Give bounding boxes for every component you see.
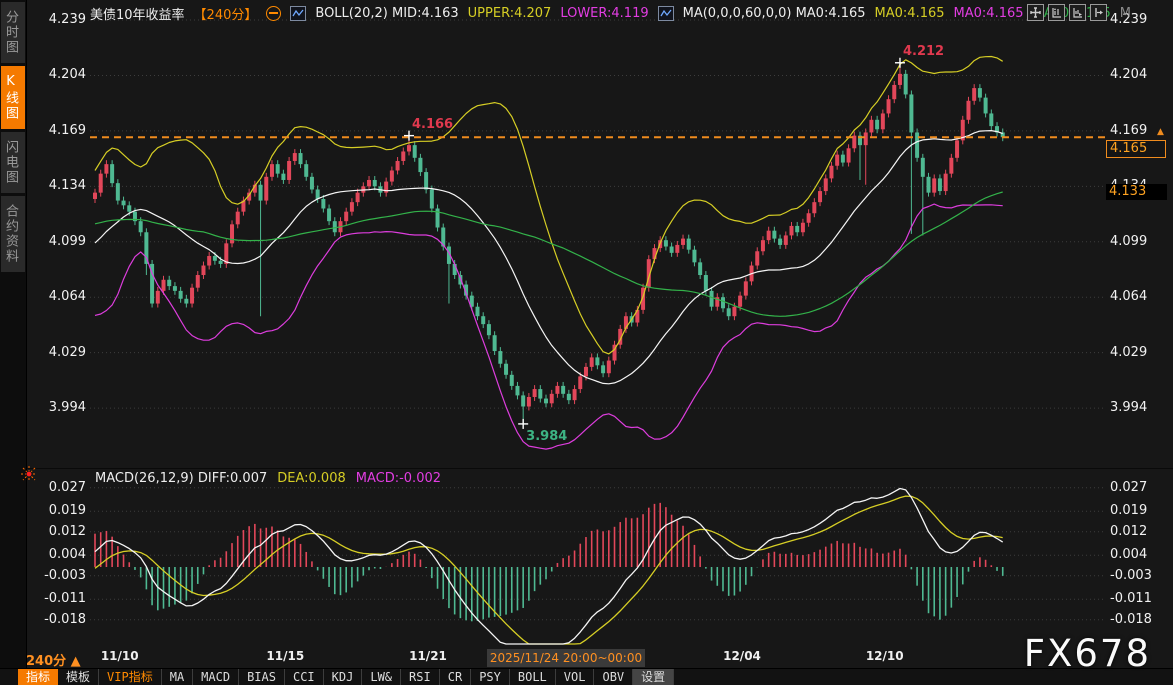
toolbar-item-11[interactable]: PSY: [471, 669, 510, 685]
price-axis-label-left: 4.064: [24, 289, 86, 304]
indicator-flash-icon[interactable]: [21, 466, 37, 486]
period-selector[interactable]: 240分 ▲: [26, 650, 81, 669]
toolbar-item-1[interactable]: 模板: [58, 669, 99, 685]
price-axis-label-right: 4.064: [1110, 289, 1147, 304]
instrument-title: 美债10年收益率: [90, 4, 185, 23]
boll-upper-label: UPPER:4.207: [468, 6, 552, 21]
macd-dea-label: DEA:0.008: [277, 471, 346, 486]
macd-axis-label-left: 0.004: [24, 547, 86, 562]
macd-value-label: MACD:-0.002: [356, 471, 441, 486]
price-up-arrow-icon: ▲: [1157, 127, 1164, 137]
price-axis-label-left: 3.994: [24, 400, 86, 415]
toolbar-item-12[interactable]: BOLL: [510, 669, 556, 685]
macd-header: MACD(26,12,9) DIFF:0.007 DEA:0.008 MACD:…: [95, 470, 441, 486]
x-axis-date: 12/10: [866, 649, 904, 663]
toolbar-item-10[interactable]: CR: [440, 669, 471, 685]
price-axis-label-right: 4.204: [1110, 67, 1147, 82]
toolbar-item-0[interactable]: 指标: [18, 669, 58, 685]
x-axis-date: 11/15: [266, 649, 304, 663]
price-axis-label-left: 4.169: [24, 123, 86, 138]
macd-axis-label-right: -0.011: [1110, 591, 1152, 606]
ma0-magenta-label: MA0:4.165: [954, 6, 1024, 21]
price-axis-label-left: 4.134: [24, 178, 86, 193]
chart-application: 分时图 K线图闪电图合约资料 美债10年收益率 【240分】 BOLL(20,2)…: [0, 0, 1173, 685]
x-axis-date: 11/10: [101, 649, 139, 663]
toolbar-item-7[interactable]: KDJ: [324, 669, 363, 685]
chart-canvas[interactable]: [0, 0, 1173, 685]
indicator-toolbar: 指标模板VIP指标MAMACDBIASCCIKDJLW&RSICRPSYBOLL…: [0, 668, 1173, 685]
toolbar-item-2[interactable]: VIP指标: [99, 669, 162, 685]
toolbar-item-13[interactable]: VOL: [556, 669, 595, 685]
boll-indicator-icon[interactable]: [290, 6, 306, 21]
price-axis-label-right: 3.994: [1110, 400, 1147, 415]
sidebar: 分时图 K线图闪电图合约资料: [0, 0, 27, 685]
x-axis-date: 12/04: [723, 649, 761, 663]
sidebar-tab-0[interactable]: 分时图: [1, 2, 25, 63]
toolbar-item-14[interactable]: OBV: [594, 669, 633, 685]
brand-watermark: FX678: [1024, 632, 1151, 675]
toolbar-item-8[interactable]: LW&: [362, 669, 401, 685]
scale-right-icon[interactable]: [1069, 4, 1086, 21]
toolbar-item-9[interactable]: RSI: [401, 669, 440, 685]
macd-axis-label-right: 0.027: [1110, 480, 1147, 495]
price-annotation: 4.212: [903, 44, 944, 59]
price-annotation: 4.166: [412, 117, 453, 132]
toolbar-item-6[interactable]: CCI: [285, 669, 324, 685]
boll-lower-label: LOWER:4.119: [560, 6, 648, 21]
header-bar: 美债10年收益率 【240分】 BOLL(20,2) MID:4.163 UPP…: [90, 0, 1131, 26]
boll-mid-label: BOLL(20,2) MID:4.163: [315, 6, 458, 21]
x-axis-date: 11/21: [409, 649, 447, 663]
macd-axis-label-right: 0.012: [1110, 524, 1147, 539]
price-axis-label-left: 4.099: [24, 234, 86, 249]
price-axis-label-right: 4.029: [1110, 345, 1147, 360]
toolbar-item-5[interactable]: BIAS: [239, 669, 285, 685]
period-badge[interactable]: 【240分】: [194, 4, 258, 23]
macd-axis-label-right: 0.019: [1110, 503, 1147, 518]
sidebar-tab-3[interactable]: 合约资料: [1, 196, 25, 272]
ma0-white-label: MA(0,0,0,60,0,0) MA0:4.165: [683, 6, 866, 21]
ma-more-label[interactable]: M: [1120, 6, 1131, 21]
ma-indicator-icon[interactable]: [658, 6, 674, 21]
toolbar-item-15[interactable]: 设置: [633, 669, 674, 685]
price-axis-label-right: 4.099: [1110, 234, 1147, 249]
pan-right-icon[interactable]: [1090, 4, 1107, 21]
macd-axis-label-right: -0.018: [1110, 612, 1152, 627]
macd-diff-label: MACD(26,12,9) DIFF:0.007: [95, 471, 267, 486]
price-axis-label-left: 4.204: [24, 67, 86, 82]
sidebar-tab-1[interactable]: K线图: [1, 66, 25, 129]
chart-window-buttons: [1027, 4, 1107, 21]
macd-axis-label-right: 0.004: [1110, 547, 1147, 562]
macd-axis-label-left: -0.011: [24, 591, 86, 606]
macd-axis-label-left: -0.018: [24, 612, 86, 627]
collapse-icon[interactable]: [266, 6, 281, 21]
reference-price-tag: 4.133: [1106, 184, 1167, 200]
ma0-yellow-label: MA0:4.165: [875, 6, 945, 21]
cursor-date-label: 2025/11/24 20:00~00:00 —: [487, 649, 645, 667]
macd-axis-label-left: 0.012: [24, 524, 86, 539]
price-annotation: 3.984: [526, 429, 567, 444]
auto-scale-icon[interactable]: [1048, 4, 1065, 21]
macd-axis-label-left: -0.003: [24, 568, 86, 583]
toolbar-item-3[interactable]: MA: [162, 669, 193, 685]
price-axis-label-left: 4.029: [24, 345, 86, 360]
pane-divider[interactable]: [26, 468, 1173, 469]
price-axis-label-right: 4.169: [1110, 123, 1147, 138]
macd-axis-label-left: 0.019: [24, 503, 86, 518]
grid-expand-icon[interactable]: [1027, 4, 1044, 21]
current-price-tag: 4.165: [1106, 140, 1166, 158]
price-axis-label-left: 4.239: [24, 12, 86, 27]
macd-axis-label-right: -0.003: [1110, 568, 1152, 583]
sidebar-tab-2[interactable]: 闪电图: [1, 132, 25, 193]
toolbar-item-4[interactable]: MACD: [193, 669, 239, 685]
